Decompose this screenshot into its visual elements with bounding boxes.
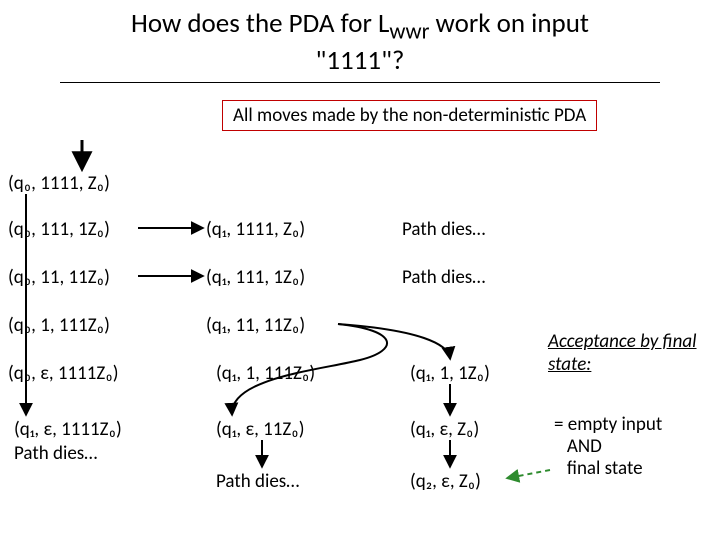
node-b2: (q₁, 111, 1Z₀) <box>206 266 305 289</box>
note-l3: final state <box>567 457 643 480</box>
node-b5: (q₁, ε, 11Z₀) <box>216 418 305 441</box>
node-a4: (q₀, ε, 1111Z₀) <box>8 362 119 385</box>
node-a1: (q₀, 111, 1Z₀) <box>8 218 110 241</box>
node-a5a: (q₁, ε, 1111Z₀) <box>14 418 122 441</box>
note-l2: AND <box>567 435 602 458</box>
acceptance-label: Acceptance by final state: <box>548 330 708 376</box>
node-b4: (q₁, 1, 111Z₀) <box>216 362 315 385</box>
node-c6: (q₂, ε, Z₀) <box>410 470 481 493</box>
node-c2: Path dies… <box>402 266 485 289</box>
title-rule <box>60 82 660 83</box>
node-b3: (q₁, 11, 11Z₀) <box>206 314 305 337</box>
node-c1: Path dies… <box>402 218 485 241</box>
node-c5: (q₁, ε, Z₀) <box>410 418 479 441</box>
title-sub: wwr <box>389 18 429 45</box>
slide-title: How does the PDA for Lwwr work on input … <box>0 0 720 82</box>
note-l1: = empty input <box>554 413 662 436</box>
node-b1: (q₁, 1111, Z₀) <box>206 218 305 241</box>
note: = empty input AND final state <box>554 414 662 480</box>
node-b6: Path dies… <box>216 470 299 493</box>
node-a2: (q₀, 11, 11Z₀) <box>8 266 110 289</box>
title-part1b: work on input <box>429 7 589 40</box>
title-part1: How does the PDA for L <box>131 7 389 40</box>
title-part2: "1111"? <box>316 44 405 77</box>
node-a3: (q₀, 1, 111Z₀) <box>8 314 110 337</box>
node-a0: (q₀, 1111, Z₀) <box>8 172 110 195</box>
subtitle-box: All moves made by the non-deterministic … <box>222 100 597 131</box>
node-a5b: Path dies… <box>14 442 97 465</box>
node-c4: (q₁, 1, 1Z₀) <box>410 362 490 385</box>
